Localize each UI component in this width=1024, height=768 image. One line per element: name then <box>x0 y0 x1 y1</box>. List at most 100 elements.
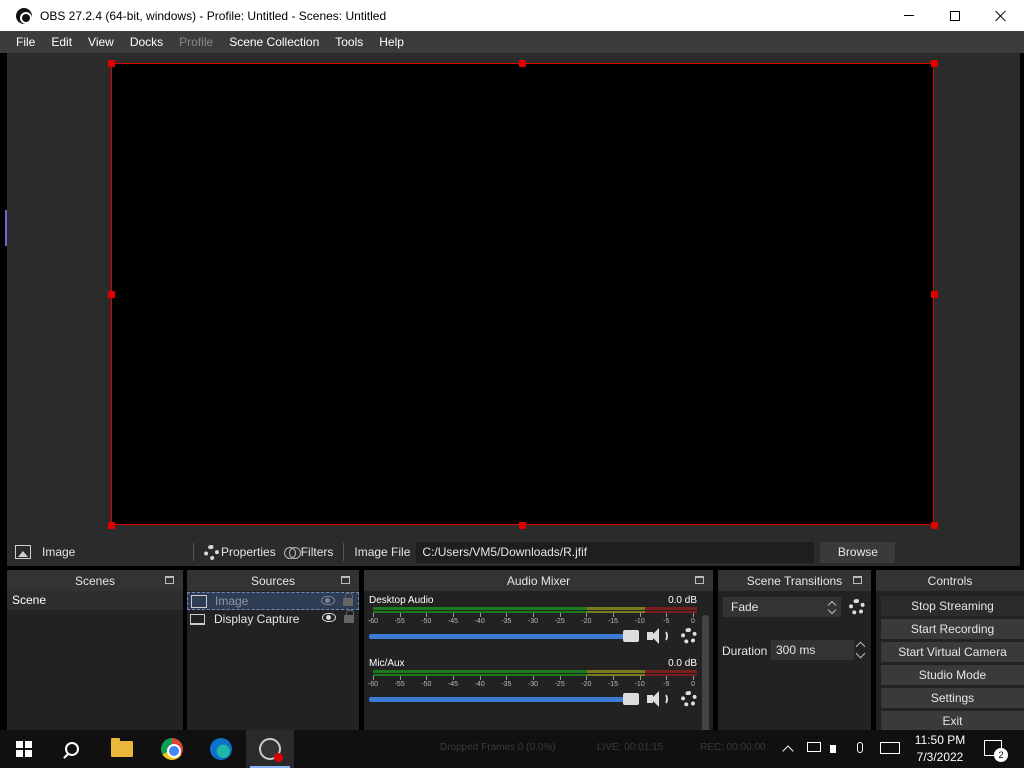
lock-icon[interactable] <box>343 593 353 606</box>
gear-icon[interactable] <box>849 599 865 615</box>
menu-docks[interactable]: Docks <box>122 35 171 49</box>
meter-tick-label: -50 <box>421 618 432 625</box>
speaker-icon[interactable] <box>647 627 671 645</box>
maximize-button[interactable] <box>932 0 978 31</box>
start-virtual-camera-button[interactable]: Start Virtual Camera <box>881 642 1024 662</box>
show-hidden-icons[interactable] <box>782 742 800 757</box>
duration-spinner[interactable] <box>854 640 868 660</box>
meter-tick-mark <box>533 676 534 680</box>
resize-handle-top-right[interactable] <box>931 60 938 67</box>
speaker-icon[interactable] <box>647 690 671 708</box>
studio-mode-button[interactable]: Studio Mode <box>881 665 1024 685</box>
volume-slider-handle[interactable] <box>623 693 639 705</box>
resize-handle-top-left[interactable] <box>108 60 115 67</box>
source-item-display-capture[interactable]: Display Capture <box>187 610 359 628</box>
taskbar-chrome[interactable] <box>148 730 196 768</box>
window-title: OBS 27.2.4 (64-bit, windows) - Profile: … <box>40 8 387 23</box>
meter-tick-mark <box>559 676 561 680</box>
taskbar-edge[interactable] <box>197 730 245 768</box>
filter-icon <box>283 546 301 559</box>
system-clock[interactable]: 11:50 PM 7/3/2022 <box>902 732 978 766</box>
volume-tray[interactable] <box>830 742 846 756</box>
image-file-path-field[interactable]: C:/Users/VM5/Downloads/R.jfif <box>416 541 815 563</box>
transitions-title: Scene Transitions <box>746 573 843 588</box>
channel-name: Mic/Aux <box>369 658 405 669</box>
meter-tick-mark <box>666 613 668 617</box>
resize-handle-right[interactable] <box>931 291 938 298</box>
menu-file[interactable]: File <box>8 35 43 49</box>
meter-tick-label: -15 <box>607 618 619 625</box>
settings-button[interactable]: Settings <box>881 688 1024 708</box>
menu-edit[interactable]: Edit <box>43 35 80 49</box>
resize-handle-bottom-right[interactable] <box>931 522 938 529</box>
volume-slider[interactable] <box>369 634 639 639</box>
obs-icon <box>259 738 283 762</box>
mixer-scrollbar[interactable] <box>702 615 709 745</box>
duration-input[interactable]: 300 ms <box>771 640 854 660</box>
windows-taskbar: Dropped Frames 0 (0.0%) LIVE: 00:01:15 R… <box>0 730 1024 768</box>
clock-time: 11:50 PM <box>914 733 966 747</box>
gear-icon[interactable] <box>681 691 697 707</box>
sources-dock: Sources Image Display Capture <box>187 570 359 730</box>
scene-item[interactable]: Scene <box>7 591 183 610</box>
scenes-dock-header: Scenes <box>7 570 183 591</box>
meter-tick-mark <box>506 613 508 617</box>
undock-icon[interactable] <box>695 576 704 584</box>
resize-handle-top[interactable] <box>519 60 526 67</box>
transition-select[interactable]: Fade <box>723 597 841 617</box>
selected-source-name: Image <box>42 545 76 559</box>
start-recording-button[interactable]: Start Recording <box>881 619 1024 639</box>
meter-tick-mark <box>399 613 401 617</box>
source-item-image[interactable]: Image <box>187 592 359 610</box>
minimize-button[interactable] <box>886 0 932 31</box>
microphone-tray[interactable] <box>857 742 873 756</box>
volume-slider-handle[interactable] <box>623 630 639 642</box>
search-button[interactable] <box>48 730 96 768</box>
meter-tick-label: -45 <box>447 618 459 625</box>
volume-slider[interactable] <box>369 697 639 702</box>
filters-button[interactable]: Filters <box>280 545 338 559</box>
resize-handle-left[interactable] <box>108 291 115 298</box>
keyboard-tray[interactable] <box>880 742 902 756</box>
transitions-dock-header: Scene Transitions <box>718 570 871 591</box>
undock-icon[interactable] <box>165 576 174 584</box>
stop-streaming-button[interactable]: Stop Streaming <box>881 596 1024 616</box>
title-bar: OBS 27.2.4 (64-bit, windows) - Profile: … <box>0 0 1024 31</box>
sources-dock-header: Sources <box>187 570 359 591</box>
exit-button[interactable]: Exit <box>881 711 1024 731</box>
notification-center[interactable]: 2 <box>984 740 1008 762</box>
taskbar-obs[interactable] <box>246 730 294 768</box>
menu-tools[interactable]: Tools <box>327 35 371 49</box>
meter-tick-label: -20 <box>581 618 592 625</box>
close-button[interactable] <box>978 0 1024 31</box>
menu-help[interactable]: Help <box>371 35 412 49</box>
visibility-eye-icon[interactable] <box>322 613 336 622</box>
menu-view[interactable]: View <box>80 35 122 49</box>
resize-handle-bottom-left[interactable] <box>108 522 115 529</box>
microphone-icon <box>857 742 863 753</box>
meter-tick-label: 0 <box>691 681 695 688</box>
taskbar-file-explorer[interactable] <box>98 730 146 768</box>
network-tray[interactable] <box>807 742 823 756</box>
meter-tick-label: -55 <box>394 618 405 625</box>
browse-button[interactable]: Browse <box>820 541 896 563</box>
meter-tick-label: -15 <box>607 681 619 688</box>
meter-tick-mark <box>373 613 374 617</box>
start-button[interactable] <box>0 730 48 768</box>
meter-tick-label: -5 <box>663 618 670 625</box>
meter-tick-label: -30 <box>527 681 539 688</box>
resize-handle-bottom[interactable] <box>519 522 526 529</box>
undock-icon[interactable] <box>853 576 862 584</box>
transition-selected: Fade <box>731 600 759 614</box>
lock-icon[interactable] <box>344 610 354 623</box>
meter-tick-mark <box>453 676 454 680</box>
undock-icon[interactable] <box>341 576 350 584</box>
minimize-icon <box>904 15 914 16</box>
preview-canvas[interactable] <box>111 63 934 525</box>
visibility-eye-icon[interactable] <box>321 596 335 605</box>
properties-button[interactable]: Properties <box>200 544 280 560</box>
channel-name: Desktop Audio <box>369 595 434 606</box>
menu-profile[interactable]: Profile <box>171 35 221 49</box>
menu-scene-collection[interactable]: Scene Collection <box>221 35 327 49</box>
gear-icon[interactable] <box>681 628 697 644</box>
